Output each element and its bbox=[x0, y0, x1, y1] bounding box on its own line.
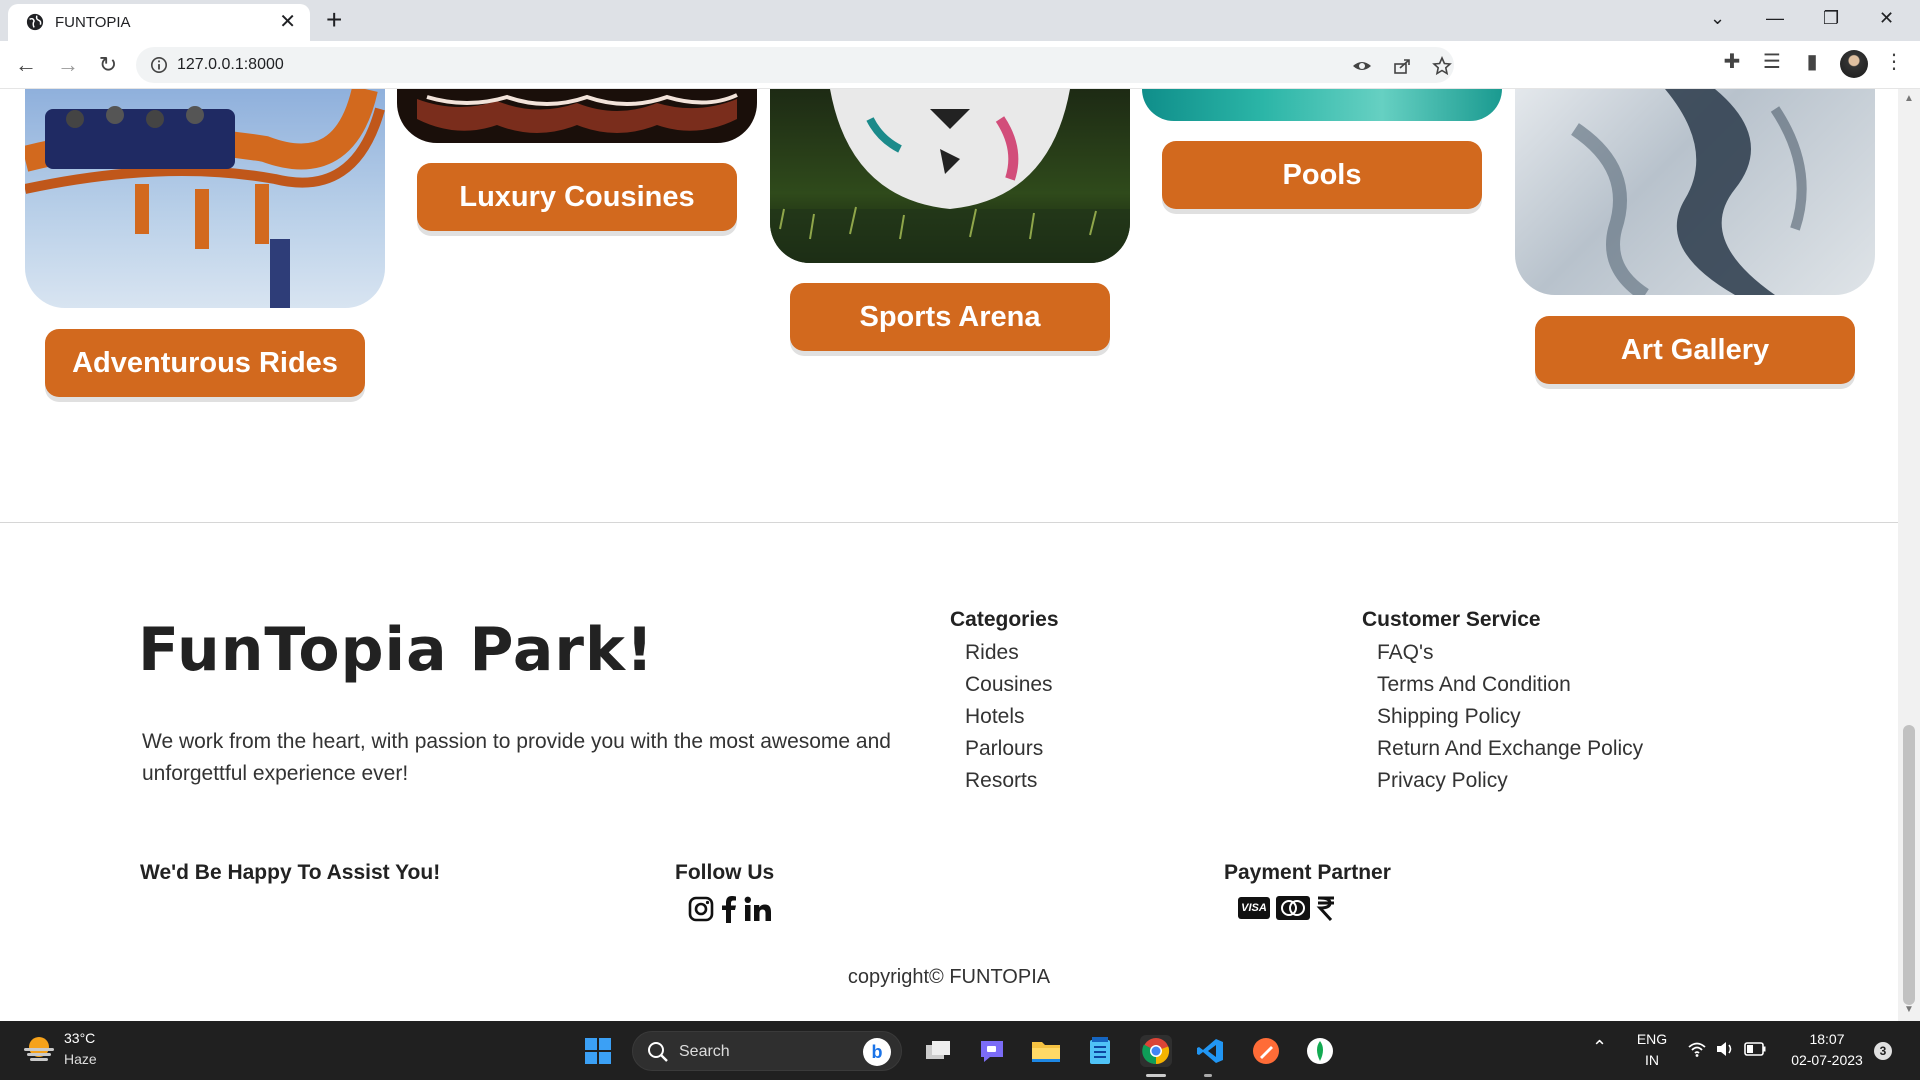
search-icon bbox=[648, 1042, 668, 1062]
url-text: 127.0.0.1:8000 bbox=[177, 56, 284, 73]
art-image bbox=[1515, 89, 1875, 295]
reading-list-icon[interactable]: ☰ bbox=[1758, 47, 1786, 75]
menu-kebab-icon[interactable]: ⋮ bbox=[1880, 47, 1908, 75]
new-tab-icon[interactable]: + bbox=[326, 6, 342, 34]
customer-service-title: Customer Service bbox=[1362, 608, 1541, 631]
category-link-hotels[interactable]: Hotels bbox=[965, 701, 1053, 733]
language-top[interactable]: ENG bbox=[1636, 1031, 1668, 1047]
pools-image bbox=[1142, 89, 1502, 121]
battery-icon[interactable] bbox=[1744, 1042, 1766, 1056]
windows-start-icon[interactable] bbox=[582, 1035, 614, 1067]
tab-strip: FUNTOPIA ✕ + ⌄ — ❐ ✕ bbox=[0, 0, 1920, 41]
categories-list: Rides Cousines Hotels Parlours Resorts bbox=[965, 637, 1053, 797]
category-link-rides[interactable]: Rides bbox=[965, 637, 1053, 669]
info-icon[interactable] bbox=[150, 56, 168, 74]
assist-title: We'd Be Happy To Assist You! bbox=[140, 861, 441, 884]
restore-icon[interactable]: ❐ bbox=[1823, 6, 1839, 30]
close-tab-icon[interactable]: ✕ bbox=[279, 10, 296, 34]
scroll-thumb[interactable] bbox=[1903, 725, 1915, 1005]
search-label: Search bbox=[679, 1043, 730, 1060]
eye-icon[interactable] bbox=[1352, 56, 1372, 76]
service-link-shipping[interactable]: Shipping Policy bbox=[1377, 701, 1643, 733]
language-bottom[interactable]: IN bbox=[1636, 1052, 1668, 1068]
copyright-text: copyright© FUNTOPIA bbox=[847, 966, 1051, 988]
follow-us-title: Follow Us bbox=[675, 861, 775, 884]
browser-tab[interactable]: FUNTOPIA ✕ bbox=[8, 4, 310, 41]
sports-arena-button[interactable]: Sports Arena bbox=[790, 283, 1110, 351]
haze-sun-icon[interactable] bbox=[22, 1034, 56, 1064]
file-explorer-icon[interactable] bbox=[1030, 1035, 1062, 1067]
side-panel-icon[interactable]: ▮ bbox=[1798, 47, 1826, 75]
visa-icon: VISA bbox=[1238, 897, 1270, 919]
clock-date[interactable]: 02-07-2023 bbox=[1784, 1052, 1870, 1068]
minimize-icon[interactable]: — bbox=[1766, 6, 1784, 30]
globe-icon bbox=[26, 13, 44, 31]
weather-temp: 33°C bbox=[64, 1030, 96, 1046]
notepad-icon[interactable] bbox=[1084, 1035, 1116, 1067]
category-link-cousines[interactable]: Cousines bbox=[965, 669, 1053, 701]
facebook-icon[interactable] bbox=[720, 895, 738, 923]
cousines-image bbox=[397, 89, 757, 143]
category-link-parlours[interactable]: Parlours bbox=[965, 733, 1053, 765]
linkedin-icon[interactable] bbox=[744, 896, 772, 922]
sports-image bbox=[770, 89, 1130, 263]
footer-brand-title: FunTopia Park! bbox=[138, 615, 655, 685]
scroll-up-icon[interactable]: ▲ bbox=[1904, 93, 1914, 104]
footer-tagline: We work from the heart, with passion to … bbox=[142, 730, 891, 785]
vscode-icon[interactable] bbox=[1194, 1035, 1226, 1067]
chrome-active-indicator bbox=[1146, 1074, 1166, 1077]
volume-icon[interactable] bbox=[1716, 1041, 1734, 1057]
category-link-resorts[interactable]: Resorts bbox=[965, 765, 1053, 797]
payment-icons: VISA bbox=[1238, 895, 1336, 921]
tray-chevron-up-icon[interactable]: ⌃ bbox=[1592, 1037, 1607, 1058]
browser-toolbar: ← → ↻ 127.0.0.1:8000 ✚ ☰ ▮ ⋮ bbox=[0, 41, 1920, 115]
rides-image bbox=[25, 89, 385, 308]
instagram-icon[interactable] bbox=[688, 896, 714, 922]
reload-icon[interactable]: ↻ bbox=[94, 51, 122, 79]
vscode-active-indicator bbox=[1204, 1074, 1212, 1077]
customer-service-list: FAQ's Terms And Condition Shipping Polic… bbox=[1377, 637, 1643, 797]
pools-button[interactable]: Pools bbox=[1162, 141, 1482, 209]
chrome-icon[interactable] bbox=[1140, 1035, 1172, 1067]
mastercard-icon bbox=[1276, 896, 1310, 920]
bing-icon[interactable]: b bbox=[863, 1038, 891, 1066]
page-scrollbar[interactable]: ▲ ▼ bbox=[1898, 89, 1920, 1021]
adventurous-rides-button[interactable]: Adventurous Rides bbox=[45, 329, 365, 397]
service-link-privacy[interactable]: Privacy Policy bbox=[1377, 765, 1643, 797]
taskbar-search[interactable]: Search b bbox=[632, 1031, 902, 1071]
payment-partner-title: Payment Partner bbox=[1224, 861, 1391, 884]
service-link-faqs[interactable]: FAQ's bbox=[1377, 637, 1643, 669]
windows-taskbar: 33°C Haze Search b ⌃ ENG IN 18:07 02-07-… bbox=[0, 1021, 1920, 1080]
task-view-icon[interactable] bbox=[922, 1035, 954, 1067]
tab-search-chevron-icon[interactable]: ⌄ bbox=[1710, 6, 1725, 30]
extensions-puzzle-icon[interactable]: ✚ bbox=[1718, 47, 1746, 75]
scroll-down-icon[interactable]: ▼ bbox=[1904, 1004, 1914, 1015]
clock-time[interactable]: 18:07 bbox=[1796, 1031, 1858, 1047]
back-icon[interactable]: ← bbox=[12, 51, 40, 79]
social-icons bbox=[688, 895, 772, 923]
luxury-cousines-button[interactable]: Luxury Cousines bbox=[417, 163, 737, 231]
service-link-returns[interactable]: Return And Exchange Policy bbox=[1377, 733, 1643, 765]
mongodb-icon[interactable] bbox=[1304, 1035, 1336, 1067]
weather-desc: Haze bbox=[64, 1051, 97, 1067]
footer-divider bbox=[0, 522, 1898, 523]
art-gallery-button[interactable]: Art Gallery bbox=[1535, 316, 1855, 384]
categories-title: Categories bbox=[950, 608, 1059, 631]
address-bar[interactable]: 127.0.0.1:8000 bbox=[136, 47, 1454, 83]
service-link-terms[interactable]: Terms And Condition bbox=[1377, 669, 1643, 701]
tab-title: FUNTOPIA bbox=[55, 14, 131, 31]
avatar[interactable] bbox=[1840, 50, 1868, 78]
notification-badge[interactable]: 3 bbox=[1874, 1042, 1892, 1060]
rupee-icon bbox=[1316, 896, 1334, 921]
wifi-icon[interactable] bbox=[1688, 1041, 1706, 1057]
postman-icon[interactable] bbox=[1250, 1035, 1282, 1067]
share-icon[interactable] bbox=[1392, 56, 1412, 76]
teams-chat-icon[interactable] bbox=[976, 1035, 1008, 1067]
close-window-icon[interactable]: ✕ bbox=[1879, 6, 1894, 30]
bookmark-star-icon[interactable] bbox=[1432, 56, 1452, 76]
forward-icon[interactable]: → bbox=[54, 51, 82, 79]
